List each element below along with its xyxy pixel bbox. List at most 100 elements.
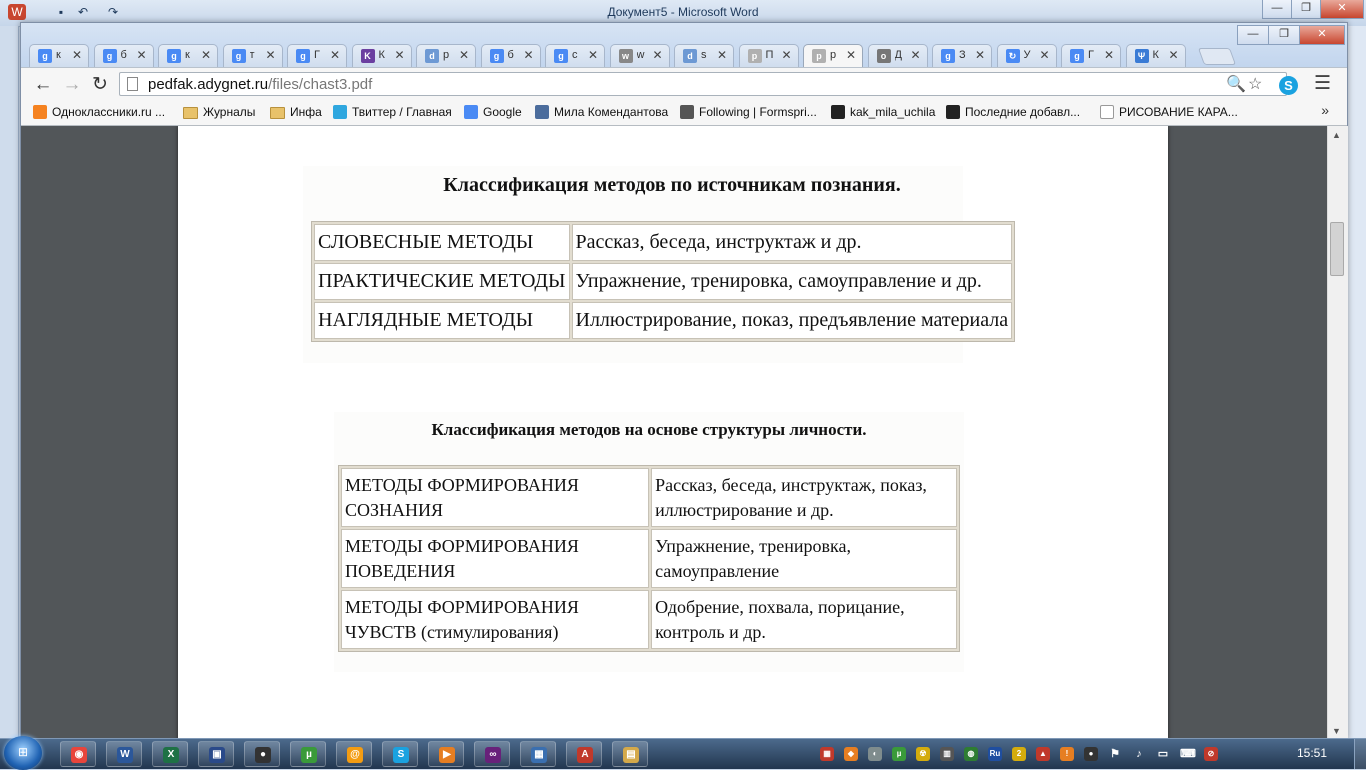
tray-icon[interactable]: ● bbox=[1084, 747, 1098, 761]
vertical-scrollbar[interactable]: ▲ ▼ bbox=[1327, 126, 1348, 739]
tray-icon[interactable]: ☢ bbox=[916, 747, 930, 761]
pdf-viewer[interactable]: Классификация методов по источникам позн… bbox=[21, 126, 1327, 739]
skype-extension-icon[interactable]: S bbox=[1279, 76, 1298, 95]
tray-icon[interactable]: ◆ bbox=[844, 747, 858, 761]
browser-tab[interactable]: g т ✕ bbox=[222, 44, 283, 67]
tray-icon[interactable]: ! bbox=[1060, 747, 1074, 761]
browser-tab[interactable]: p П ✕ bbox=[738, 44, 799, 67]
browser-tab[interactable]: d s ✕ bbox=[674, 44, 734, 67]
url-text[interactable]: pedfak.adygnet.ru/files/chast3.pdf bbox=[148, 76, 372, 93]
close-button[interactable]: ✕ bbox=[1299, 25, 1345, 45]
address-bar[interactable]: pedfak.adygnet.ru/files/chast3.pdf 🔍 ☆ bbox=[119, 72, 1287, 96]
tab-close-icon[interactable]: ✕ bbox=[265, 48, 275, 62]
tab-close-icon[interactable]: ✕ bbox=[1104, 48, 1114, 62]
tray-icon[interactable]: ♪ bbox=[1132, 747, 1146, 761]
browser-tab[interactable]: d р ✕ bbox=[416, 44, 476, 67]
browser-tab[interactable]: p р ✕ bbox=[803, 44, 863, 67]
browser-tab[interactable]: ↻ У ✕ bbox=[996, 44, 1057, 67]
browser-tab[interactable]: g к ✕ bbox=[29, 44, 89, 67]
browser-tab[interactable]: g к ✕ bbox=[158, 44, 218, 67]
browser-tab[interactable]: Ψ К ✕ bbox=[1125, 44, 1186, 67]
tray-icon[interactable]: ◐ bbox=[868, 747, 882, 761]
tab-close-icon[interactable]: ✕ bbox=[394, 48, 404, 62]
zoom-icon[interactable]: 🔍 bbox=[1226, 74, 1246, 94]
taskbar-network-button[interactable]: ▦ bbox=[520, 741, 556, 767]
word-minimize-button[interactable]: — bbox=[1262, 0, 1292, 19]
tab-close-icon[interactable]: ✕ bbox=[588, 48, 598, 62]
browser-tab[interactable]: K К ✕ bbox=[351, 44, 412, 67]
tab-close-icon[interactable]: ✕ bbox=[781, 48, 791, 62]
browser-tab[interactable]: g Г ✕ bbox=[1061, 44, 1121, 67]
tray-icon[interactable]: ▭ bbox=[1156, 747, 1170, 761]
bookmark-item[interactable]: Журналы bbox=[183, 105, 255, 121]
taskbar-explorer-button[interactable]: ▤ bbox=[612, 741, 648, 767]
tab-close-icon[interactable]: ✕ bbox=[1039, 48, 1049, 62]
tab-close-icon[interactable]: ✕ bbox=[330, 48, 340, 62]
scroll-up-arrow[interactable]: ▲ bbox=[1332, 130, 1341, 140]
start-button[interactable]: ⊞ bbox=[4, 736, 42, 770]
new-tab-button[interactable] bbox=[1197, 48, 1237, 65]
bookmark-item[interactable]: Мила Комендантова bbox=[535, 105, 668, 121]
tab-close-icon[interactable]: ✕ bbox=[459, 48, 469, 62]
tray-icon[interactable]: ⌨ bbox=[1180, 747, 1196, 761]
browser-tab[interactable]: g б ✕ bbox=[480, 44, 541, 67]
bookmark-item[interactable]: Google bbox=[464, 105, 522, 121]
tab-close-icon[interactable]: ✕ bbox=[717, 48, 727, 62]
tab-close-icon[interactable]: ✕ bbox=[1168, 48, 1178, 62]
tab-close-icon[interactable]: ✕ bbox=[975, 48, 985, 62]
tray-icon[interactable]: µ bbox=[892, 747, 906, 761]
bookmarks-more-button[interactable]: » bbox=[1321, 102, 1329, 118]
tab-close-icon[interactable]: ✕ bbox=[523, 48, 533, 62]
tray-icon[interactable]: ⊘ bbox=[1204, 747, 1218, 761]
browser-tab[interactable]: g З ✕ bbox=[932, 44, 992, 67]
back-button[interactable]: ← bbox=[31, 73, 55, 97]
scroll-thumb[interactable] bbox=[1330, 222, 1344, 276]
forward-button[interactable]: → bbox=[60, 73, 84, 97]
bookmark-star-icon[interactable]: ☆ bbox=[1248, 74, 1262, 94]
maximize-button[interactable]: ❐ bbox=[1268, 25, 1300, 45]
browser-tab[interactable]: g б ✕ bbox=[93, 44, 154, 67]
bookmark-item[interactable]: Последние добавл... bbox=[946, 105, 1080, 121]
tray-icon[interactable]: ▲ bbox=[1036, 747, 1050, 761]
browser-tab[interactable]: o Д ✕ bbox=[867, 44, 928, 67]
taskbar-chrome-button[interactable]: ◉ bbox=[60, 741, 96, 767]
taskbar-spy-button[interactable]: ● bbox=[244, 741, 280, 767]
show-desktop-button[interactable] bbox=[1354, 739, 1366, 769]
tray-icon[interactable]: ⚑ bbox=[1108, 747, 1122, 761]
tab-close-icon[interactable]: ✕ bbox=[910, 48, 920, 62]
taskbar-player-button[interactable]: ▶ bbox=[428, 741, 464, 767]
browser-tab[interactable]: w w ✕ bbox=[609, 44, 670, 67]
reload-button[interactable]: ↻ bbox=[88, 73, 112, 97]
clock[interactable]: 15:51 bbox=[1297, 746, 1327, 760]
menu-icon[interactable]: ☰ bbox=[1314, 72, 1331, 95]
browser-tab[interactable]: g Г ✕ bbox=[287, 44, 347, 67]
taskbar-word-button[interactable]: W bbox=[106, 741, 142, 767]
bookmark-item[interactable]: РИСОВАНИЕ КАРА... bbox=[1100, 105, 1238, 121]
word-maximize-button[interactable]: ❐ bbox=[1291, 0, 1321, 19]
taskbar-excel-button[interactable]: X bbox=[152, 741, 188, 767]
tray-icon[interactable]: ▥ bbox=[940, 747, 954, 761]
tab-close-icon[interactable]: ✕ bbox=[72, 48, 82, 62]
tray-icon[interactable]: 2 bbox=[1012, 747, 1026, 761]
taskbar-mail-button[interactable]: @ bbox=[336, 741, 372, 767]
tray-icon[interactable]: ◍ bbox=[964, 747, 978, 761]
browser-tab[interactable]: g с ✕ bbox=[545, 44, 605, 67]
bookmark-item[interactable]: Одноклассники.ru ... bbox=[33, 105, 165, 121]
word-close-button[interactable]: ✕ bbox=[1320, 0, 1364, 19]
taskbar-save-button[interactable]: ▣ bbox=[198, 741, 234, 767]
tab-close-icon[interactable]: ✕ bbox=[846, 48, 856, 62]
tray-icon[interactable]: ▦ bbox=[820, 747, 834, 761]
bookmark-item[interactable]: Твиттер / Главная bbox=[333, 105, 452, 121]
tab-close-icon[interactable]: ✕ bbox=[136, 48, 146, 62]
taskbar-utorrent-button[interactable]: µ bbox=[290, 741, 326, 767]
tray-icon[interactable]: Ru bbox=[988, 747, 1002, 761]
bookmark-item[interactable]: Following | Formspri... bbox=[680, 105, 817, 121]
scroll-down-arrow[interactable]: ▼ bbox=[1332, 726, 1341, 736]
taskbar-visualstudio-button[interactable]: ∞ bbox=[474, 741, 510, 767]
minimize-button[interactable]: — bbox=[1237, 25, 1269, 45]
bookmark-item[interactable]: kak_mila_uchila bbox=[831, 105, 935, 121]
tab-close-icon[interactable]: ✕ bbox=[652, 48, 662, 62]
taskbar-acrobat-button[interactable]: A bbox=[566, 741, 602, 767]
tab-close-icon[interactable]: ✕ bbox=[201, 48, 211, 62]
taskbar-skype-button[interactable]: S bbox=[382, 741, 418, 767]
